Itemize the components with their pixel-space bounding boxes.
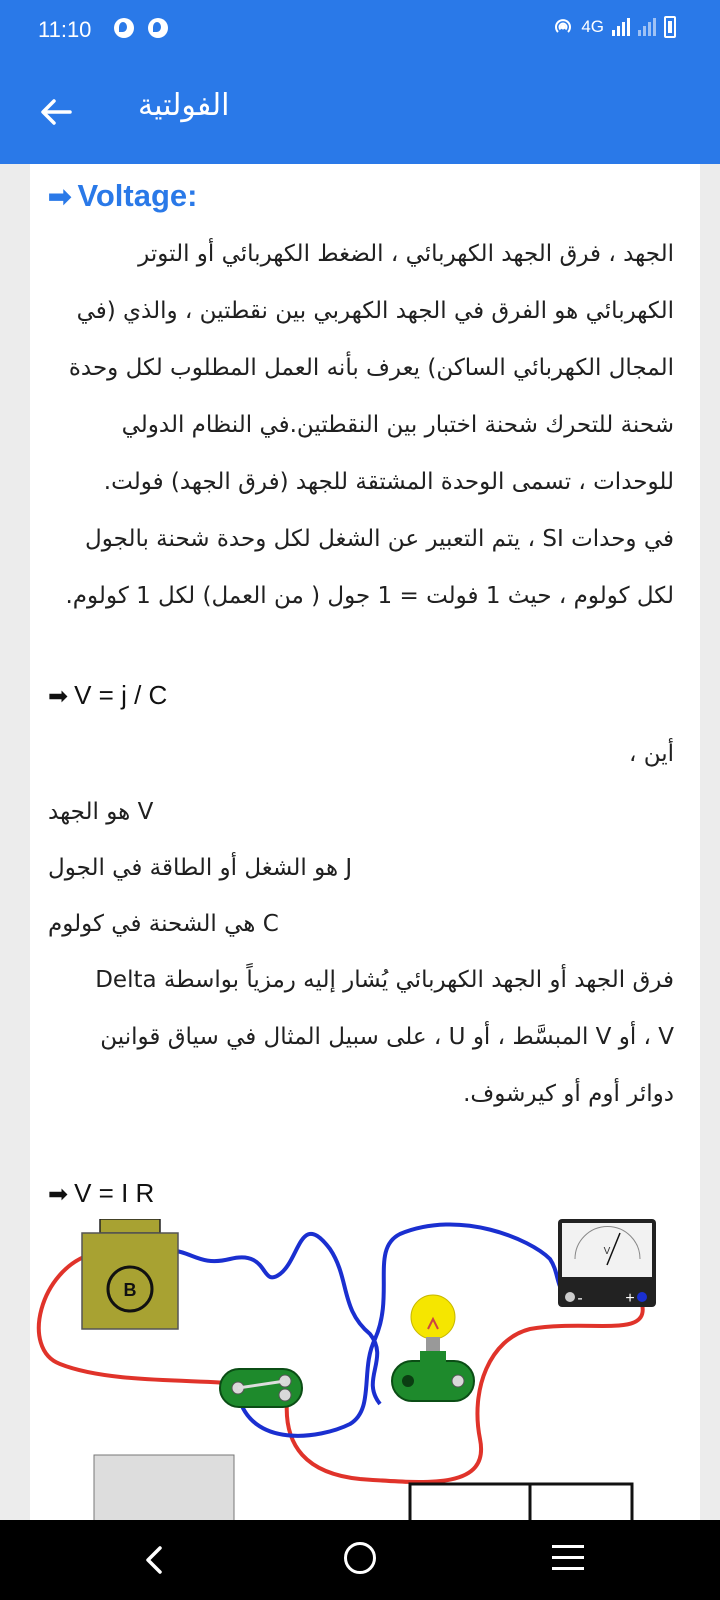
switch [219, 1368, 303, 1408]
text-line: للوحدات ، تسمى الوحدة المشتقة للجهد (فرق… [103, 469, 674, 495]
text-line: دوائر أوم أو كيرشوف. [463, 1081, 674, 1107]
definition-j: J هو الشغل أو الطاقة في الجول [48, 855, 353, 881]
paragraph: الجهد ، فرق الجهد الكهربائي ، الضغط الكه… [54, 226, 675, 625]
text-line: V ، أو V المبسَّط ، أو U ، على سبيل المث… [100, 1024, 674, 1050]
battery-icon [664, 16, 676, 38]
article-card: ➡ Voltage: الجهد ، فرق الجهد الكهربائي ، … [30, 164, 700, 1520]
definition-v: V هو الجهد [48, 799, 154, 825]
definition-c: C هي الشحنة في كولوم [48, 911, 279, 937]
page-title: الفولتية [138, 88, 230, 123]
light-bulb [391, 1294, 475, 1402]
text-line: فرق الجهد أو الجهد الكهربائي يُشار إليه … [95, 967, 674, 993]
app-bar: الفولتية [0, 60, 720, 164]
paragraph: فرق الجهد أو الجهد الكهربائي يُشار إليه … [54, 952, 674, 1123]
text-line: في وحدات SI ، يتم التعبير عن الشغل لكل و… [85, 526, 674, 552]
right-arrow-icon: ➡ [48, 1181, 69, 1208]
circuit-diagram: B V - + [36, 1219, 656, 1520]
right-arrow-icon: ➡ [48, 181, 72, 212]
meter-plus: + [625, 1290, 634, 1307]
where-label: أين ، [628, 741, 674, 767]
signal-icon [638, 18, 656, 36]
formula: ➡ V = j / C [48, 680, 168, 710]
data-table [408, 1482, 634, 1520]
text-line: الكهربائي هو الفرق في الجهد الكهربي بين … [76, 298, 674, 324]
nav-home-icon[interactable] [344, 1542, 376, 1574]
battery-label: B [124, 1280, 137, 1300]
status-time: 11:10 [38, 17, 92, 42]
text-line: لكل كولوم ، حيث 1 فولت = 1 جول ( من العم… [65, 583, 675, 609]
system-nav-bar [0, 1520, 720, 1600]
signal-icon [612, 18, 630, 36]
right-arrow-icon: ➡ [48, 683, 69, 710]
section-heading: ➡ Voltage: [48, 178, 198, 213]
nav-back-icon[interactable] [140, 1542, 170, 1578]
nav-menu-icon[interactable] [552, 1545, 584, 1573]
formula: ➡ V = I R [48, 1178, 155, 1208]
meter-label: V [604, 1246, 611, 1257]
notification-icon [148, 18, 168, 38]
voltmeter: V - + [558, 1219, 656, 1307]
status-bar: 11:10 4G [0, 0, 720, 60]
back-arrow-icon[interactable] [36, 92, 76, 132]
second-meter [93, 1454, 235, 1520]
notification-icon [114, 18, 134, 38]
text-line: شحنة للتحرك شحنة اختبار بين النقطتين.في … [121, 412, 674, 438]
battery: B [81, 1219, 179, 1330]
text-line: المجال الكهربائي الساكن) يعرف بأنه العمل… [68, 355, 674, 381]
network-type: 4G [581, 17, 604, 36]
text-line: الجهد ، فرق الجهد الكهربائي ، الضغط الكه… [138, 241, 674, 267]
meter-minus: - [577, 1290, 582, 1307]
hotspot-icon [555, 19, 572, 33]
